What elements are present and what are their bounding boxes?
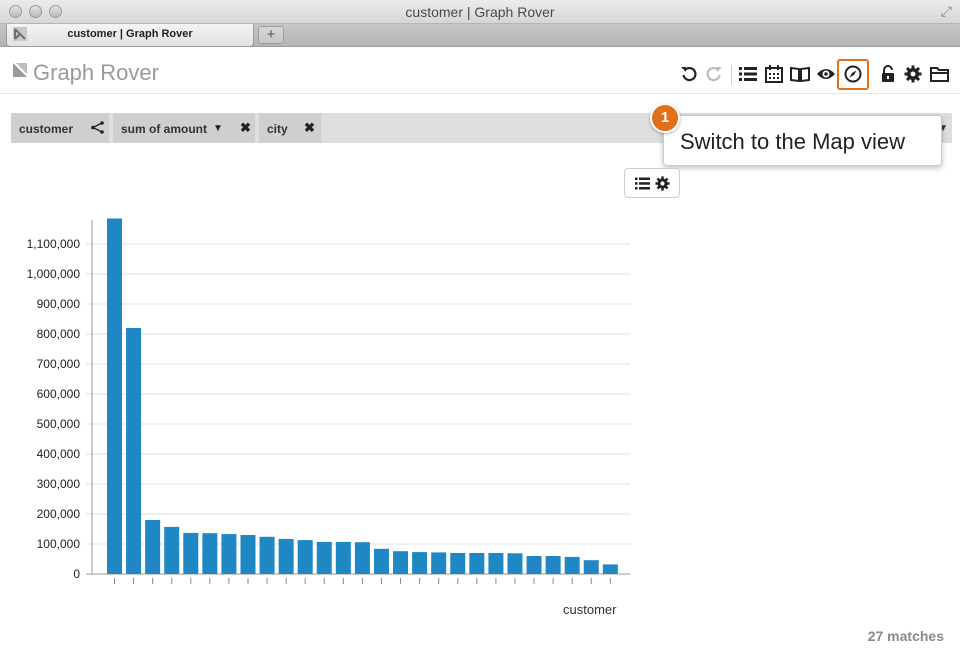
fullscreen-icon[interactable]: ⤢ xyxy=(941,3,952,20)
gear-icon xyxy=(655,176,670,191)
bar-chart: 0 100,000 200,000 300,000 400,000 500,000 600,… xyxy=(27,218,630,584)
y-tick-label: 100,000 xyxy=(37,537,81,551)
graph-rover-logo-icon xyxy=(13,63,27,77)
bar xyxy=(316,541,332,574)
book-view-icon[interactable] xyxy=(789,63,811,85)
new-tab-button[interactable]: + xyxy=(258,26,284,44)
filter-chip-sum-of-amount[interactable]: sum of amount ▼ ✖ xyxy=(113,113,255,143)
bar xyxy=(431,552,447,574)
bar xyxy=(145,520,161,574)
folder-icon[interactable] xyxy=(928,63,950,85)
tab-customer[interactable]: customer | Graph Rover xyxy=(6,24,254,47)
bar xyxy=(107,218,122,574)
bar xyxy=(335,541,351,574)
chart-options-button[interactable] xyxy=(624,168,680,198)
list-icon xyxy=(635,177,650,190)
bar xyxy=(564,556,580,574)
x-axis-label: customer xyxy=(563,602,617,617)
calendar-view-icon[interactable] xyxy=(763,63,785,85)
y-tick-label: 200,000 xyxy=(37,507,81,521)
eye-view-icon[interactable] xyxy=(815,63,837,85)
y-tick-label: 500,000 xyxy=(37,417,81,431)
y-tick-label: 900,000 xyxy=(37,297,81,311)
bar xyxy=(278,538,294,574)
bar xyxy=(545,556,561,574)
gear-icon[interactable] xyxy=(902,63,924,85)
bar xyxy=(202,533,218,574)
y-tick-label: 0 xyxy=(73,567,80,581)
share-icon[interactable] xyxy=(91,121,104,134)
filter-chip-city[interactable]: city ✖ xyxy=(259,113,321,143)
filter-chip-customer[interactable]: customer xyxy=(11,113,109,143)
remove-filter-icon[interactable]: ✖ xyxy=(240,120,251,136)
bar xyxy=(259,536,275,574)
matches-count: 27 matches xyxy=(867,628,944,644)
bar xyxy=(412,552,428,574)
app-window: customer | Graph Rover ⤢ customer | Grap… xyxy=(0,0,960,662)
y-tick-label: 400,000 xyxy=(37,447,81,461)
y-tick-label: 600,000 xyxy=(37,387,81,401)
toolbar-separator xyxy=(731,65,732,85)
y-tick-label: 700,000 xyxy=(37,357,81,371)
y-tick-label: 1,100,000 xyxy=(27,237,81,251)
bar xyxy=(583,560,599,574)
y-tick-label: 800,000 xyxy=(37,327,81,341)
bar xyxy=(297,540,313,574)
y-tick-label: 300,000 xyxy=(37,477,81,491)
bar xyxy=(526,556,542,574)
bar xyxy=(488,553,504,574)
bar xyxy=(393,551,409,574)
bar xyxy=(183,532,199,574)
app-title: Graph Rover xyxy=(33,60,159,85)
list-view-icon[interactable] xyxy=(737,63,759,85)
tooltip-callout: Switch to the Map view xyxy=(663,115,942,166)
bar xyxy=(507,553,523,574)
bar xyxy=(373,548,389,574)
redo-icon[interactable] xyxy=(703,63,725,85)
window-title: customer | Graph Rover xyxy=(405,4,555,20)
window-titlebar: customer | Graph Rover ⤢ xyxy=(0,0,960,24)
lock-icon[interactable] xyxy=(877,63,899,85)
bar xyxy=(602,564,618,574)
step-badge: 1 xyxy=(650,103,680,133)
bar xyxy=(240,535,256,574)
filter-chip-label: sum of amount xyxy=(121,122,207,136)
remove-filter-icon[interactable]: ✖ xyxy=(304,120,315,136)
caret-down-icon[interactable]: ▼ xyxy=(213,123,223,134)
y-tick-label: 1,000,000 xyxy=(27,267,81,281)
tab-label: customer | Graph Rover xyxy=(67,28,193,40)
undo-icon[interactable] xyxy=(678,63,700,85)
bar xyxy=(164,526,180,574)
bar xyxy=(221,534,237,574)
callout-text: Switch to the Map view xyxy=(680,129,905,154)
bar xyxy=(469,553,485,574)
compass-map-view-icon[interactable] xyxy=(842,63,864,85)
bar xyxy=(126,328,142,574)
bar xyxy=(354,542,370,574)
tab-bar: customer | Graph Rover + xyxy=(0,24,960,47)
filter-chip-label: customer xyxy=(19,122,74,136)
filter-chip-label: city xyxy=(267,122,288,136)
bar xyxy=(450,553,466,574)
app-header: Graph Rover xyxy=(0,47,960,94)
